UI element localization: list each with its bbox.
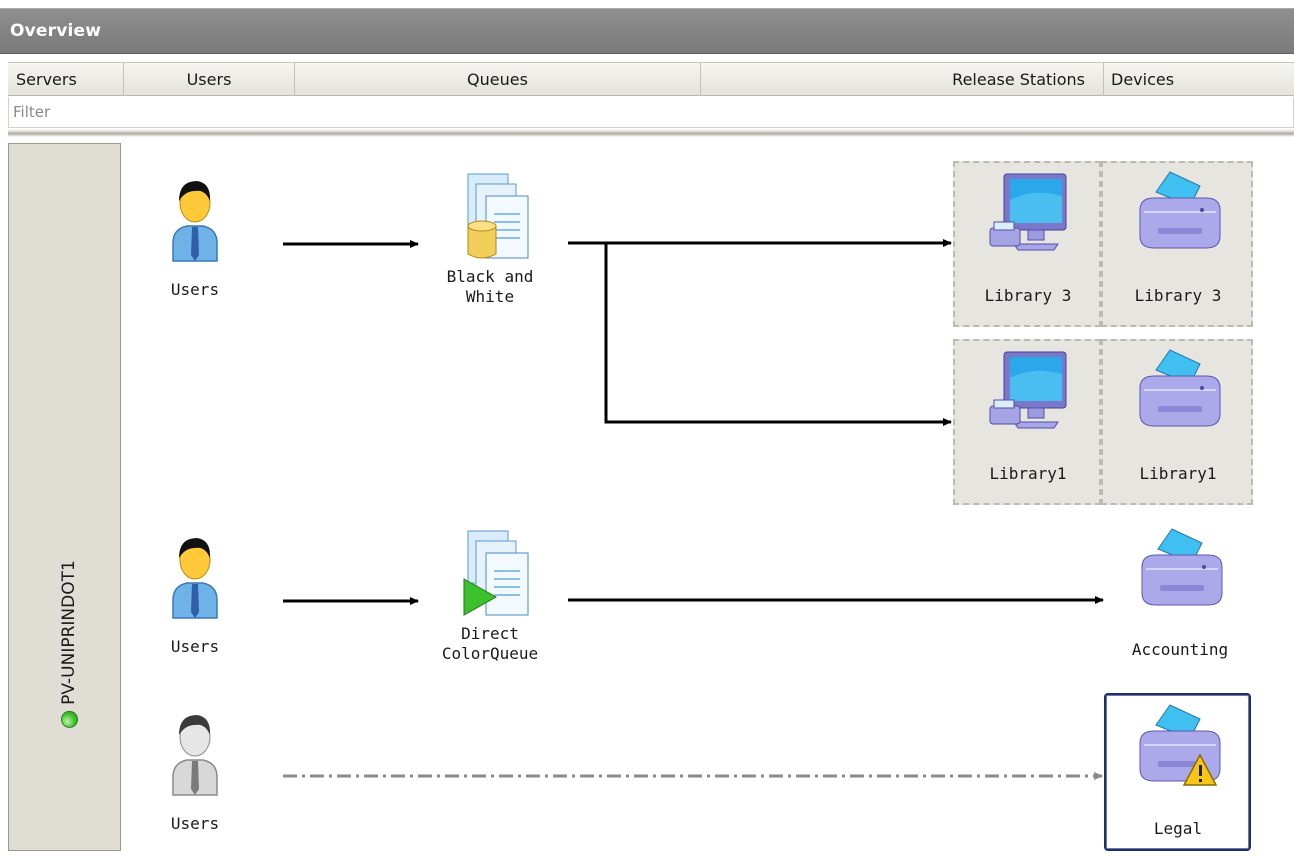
queue-node-direct-colorqueue[interactable]: Direct ColorQueue [420, 527, 560, 664]
printer-icon [1139, 171, 1221, 249]
device-label-library1: Library1 [1139, 464, 1217, 483]
device-accounting[interactable]: Accounting [1118, 527, 1242, 660]
queue-label-direct-line2: ColorQueue [441, 644, 539, 663]
user-node-2[interactable]: Users [155, 528, 235, 657]
user-disabled-icon [172, 715, 218, 796]
queue-label-bw-line1: Black and [446, 267, 534, 286]
user-node-1[interactable]: Users [155, 171, 235, 300]
station-label-library-3: Library 3 [984, 286, 1072, 305]
user-label-3: Users [170, 814, 220, 833]
device-label-library-3: Library 3 [1134, 286, 1222, 305]
device-legal[interactable]: Legal [1118, 703, 1238, 839]
user-icon [172, 538, 218, 619]
device-label-accounting: Accounting [1131, 640, 1229, 659]
queue-label-bw-line2: White [465, 287, 515, 306]
queue-label-direct-line1: Direct [461, 624, 519, 643]
user-icon [172, 181, 218, 262]
queue-direct-icon [463, 530, 529, 616]
queue-db-icon [467, 173, 529, 259]
link-bw-to-library1 [604, 243, 952, 426]
device-library-3[interactable]: Library 3 [1118, 170, 1238, 306]
user-node-3-disabled[interactable]: Users [155, 705, 235, 834]
printer-warning-icon [1139, 704, 1221, 786]
station-label-library1: Library1 [989, 464, 1067, 483]
release-station-icon [989, 351, 1067, 429]
queue-node-black-and-white[interactable]: Black and White [420, 170, 560, 307]
device-label-legal: Legal [1153, 819, 1203, 838]
printer-icon [1141, 528, 1223, 606]
release-station-library-3[interactable]: Library 3 [970, 170, 1086, 306]
user-label-2: Users [170, 637, 220, 656]
printer-icon [1139, 349, 1221, 427]
release-station-library1[interactable]: Library1 [970, 348, 1086, 484]
device-library1[interactable]: Library1 [1118, 348, 1238, 484]
user-label-1: Users [170, 280, 220, 299]
release-station-icon [989, 173, 1067, 251]
